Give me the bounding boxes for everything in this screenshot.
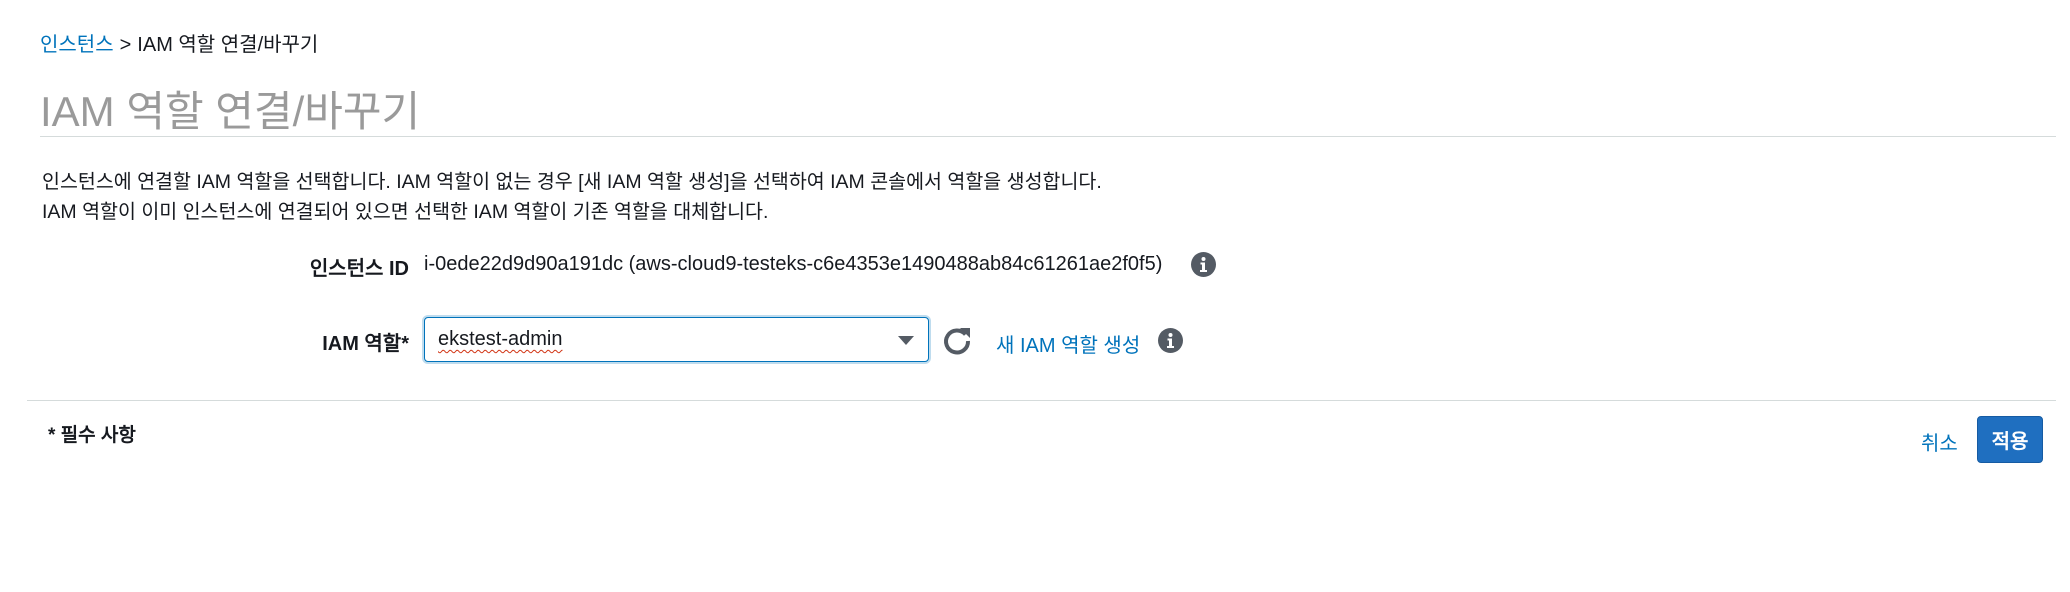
instance-id-value: i-0ede22d9d90a191dc (aws-cloud9-testeks-… bbox=[424, 253, 1163, 275]
description: 인스턴스에 연결할 IAM 역할을 선택합니다. IAM 역할이 없는 경우 [… bbox=[42, 167, 1102, 227]
required-note: * 필수 사항 bbox=[48, 425, 136, 446]
chevron-down-icon[interactable] bbox=[898, 336, 914, 345]
breadcrumb-current: IAM 역할 연결/바꾸기 bbox=[137, 34, 319, 56]
iam-role-select-value: ekstest-admin bbox=[438, 328, 563, 350]
refresh-icon[interactable] bbox=[941, 324, 973, 356]
breadcrumb: 인스턴스 > IAM 역할 연결/바꾸기 bbox=[40, 30, 318, 60]
description-line-1: 인스턴스에 연결할 IAM 역할을 선택합니다. IAM 역할이 없는 경우 [… bbox=[42, 171, 1102, 193]
title-divider bbox=[40, 136, 2056, 137]
attach-iam-role-page: 인스턴스 > IAM 역할 연결/바꾸기 IAM 역할 연결/바꾸기 인스턴스에 연… bbox=[0, 0, 2070, 592]
create-new-iam-role-link[interactable]: 새 IAM 역할 생성 bbox=[996, 329, 1140, 358]
description-line-2: IAM 역할이 이미 인스턴스에 연결되어 있으면 선택한 IAM 역할이 기존… bbox=[42, 201, 769, 223]
info-icon[interactable] bbox=[1191, 252, 1216, 277]
cancel-button[interactable]: 취소 bbox=[1921, 427, 1958, 456]
breadcrumb-separator: > bbox=[119, 34, 132, 56]
iam-role-label: IAM 역할* bbox=[322, 333, 409, 355]
breadcrumb-instances-link[interactable]: 인스턴스 bbox=[40, 34, 114, 56]
info-icon[interactable] bbox=[1158, 328, 1183, 353]
footer-divider bbox=[27, 400, 2056, 401]
iam-role-select[interactable]: ekstest-admin bbox=[424, 317, 929, 362]
page-title: IAM 역할 연결/바꾸기 bbox=[40, 88, 421, 135]
instance-id-label: 인스턴스 ID bbox=[309, 258, 409, 280]
apply-button[interactable]: 적용 bbox=[1977, 416, 2043, 463]
